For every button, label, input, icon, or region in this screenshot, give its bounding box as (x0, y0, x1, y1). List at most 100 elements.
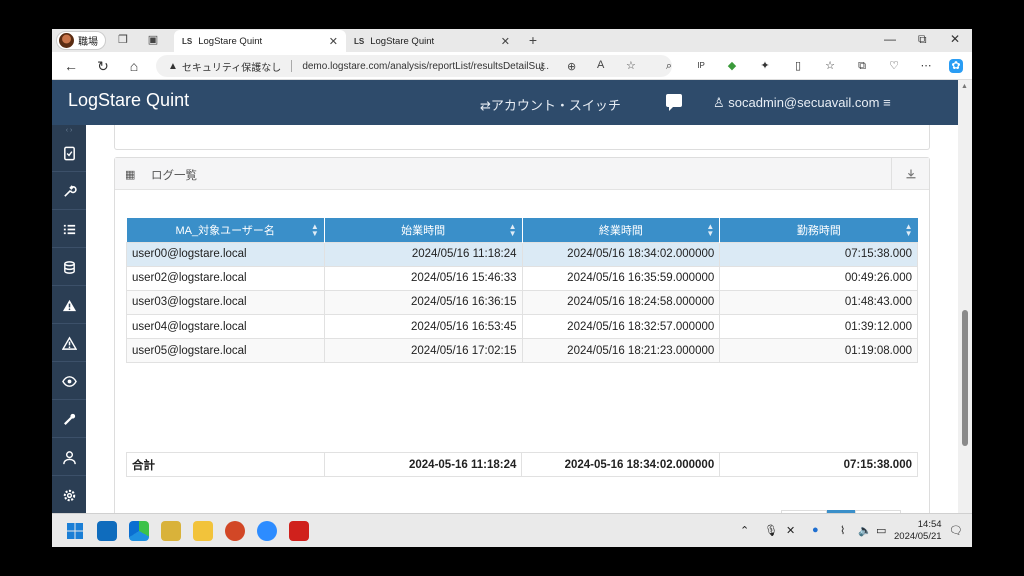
sidebar-item-system[interactable] (52, 477, 86, 514)
sidebar-item-alert[interactable] (52, 325, 86, 362)
home-icon[interactable]: ⌂ (126, 58, 142, 74)
close-window-icon[interactable]: ✕ (950, 32, 960, 46)
sort-icon[interactable]: ▲ ▼ (905, 223, 913, 238)
split-screen-icon[interactable]: ▯ (791, 59, 805, 73)
microphone-icon[interactable]: 🎙 (764, 524, 778, 537)
sidebar-item-list[interactable] (52, 211, 86, 248)
sidebar-collapse-icon[interactable]: ‹ › (52, 125, 86, 135)
performance-icon[interactable]: ♡ (887, 59, 901, 73)
sort-icon[interactable]: ▲ ▼ (311, 223, 319, 238)
report-icon (63, 146, 75, 160)
restore-icon[interactable]: ⧉ (918, 32, 927, 47)
column-end[interactable]: 終業時間 ▲ ▼ (522, 218, 721, 242)
cell-start: 2024/05/16 16:53:45 (323, 314, 523, 340)
minimize-icon[interactable]: — (884, 32, 896, 46)
sidebar-item-database[interactable] (52, 249, 86, 286)
cell-duration: 01:39:12.000 (719, 314, 918, 340)
app-t-icon[interactable] (161, 521, 181, 541)
battery-icon[interactable]: ▭ (876, 524, 886, 537)
close-tab-icon[interactable]: ✕ (329, 35, 338, 48)
edge-icon[interactable] (129, 521, 149, 541)
drive-extension-icon[interactable]: ◆ (725, 59, 739, 73)
more-icon[interactable]: ⋯ (919, 59, 933, 73)
workspaces-icon[interactable]: ❐ (116, 33, 130, 47)
sidebar-item-report[interactable] (52, 135, 86, 172)
table-row[interactable]: user04@logstare.local 2024/05/16 16:53:4… (126, 314, 918, 340)
sidebar-item-users[interactable] (52, 439, 86, 476)
chevron-up-icon[interactable]: ⌃ (740, 524, 749, 537)
app-title[interactable]: LogStare Quint (68, 90, 189, 111)
sidebar-item-warning[interactable] (52, 287, 86, 324)
user-menu[interactable]: ♙ socadmin@secuavail.com ≡ (713, 95, 891, 111)
tool-icon (63, 413, 75, 425)
search-icon[interactable]: ⌕ (662, 59, 676, 73)
outlook-icon[interactable] (97, 521, 117, 541)
clock[interactable]: 14:54 2024/05/21 (894, 519, 942, 543)
favorites-icon[interactable]: ☆ (823, 59, 837, 73)
windows-start-icon[interactable] (65, 521, 85, 541)
extensions-icon[interactable]: ✦ (758, 59, 772, 73)
scroll-up-icon[interactable]: ▲ (961, 83, 968, 90)
eye-icon (61, 375, 77, 387)
taskbar: ⌃ 🎙 ✕ ● ⌇ 🔈 ▭ 14:54 2024/05/21 🗨 (52, 513, 972, 547)
download-button[interactable] (891, 158, 929, 190)
sidebar-item-settings[interactable] (52, 173, 86, 210)
table-header-row: MA_対象ユーザー名 ▲ ▼ 始業時間 ▲ ▼ 終業時間 ▲ ▼ 勤務時間 ▲ ▼ (126, 218, 918, 242)
url-separator (291, 60, 293, 72)
logstare-favicon: LS (354, 36, 365, 46)
sort-icon[interactable]: ▲ ▼ (509, 223, 517, 238)
download-icon (906, 169, 915, 179)
close-tab-icon[interactable]: ✕ (501, 35, 510, 48)
sidebar-item-monitor[interactable] (52, 363, 86, 400)
back-icon[interactable]: ← (63, 58, 79, 74)
wifi-icon[interactable]: ⌇ (840, 524, 845, 537)
tab-actions-icon[interactable]: ▣ (146, 33, 160, 47)
url-input[interactable]: ▲ セキュリティ保護なし demo.logstare.com/analysis/… (156, 55, 672, 77)
read-aloud-icon[interactable]: A (597, 59, 604, 71)
url-text[interactable]: demo.logstare.com/analysis/reportList/re… (302, 61, 549, 72)
volume-icon[interactable]: 🔈 (858, 524, 872, 537)
notification-icon[interactable]: 🗨 (949, 524, 963, 537)
cell-start: 2024/05/16 17:02:15 (323, 338, 523, 364)
copilot-icon[interactable]: ✿ (949, 59, 963, 73)
cell-user: user05@logstare.local (126, 338, 325, 364)
table-row[interactable]: user05@logstare.local 2024/05/16 17:02:1… (126, 338, 918, 364)
column-duration[interactable]: 勤務時間 ▲ ▼ (719, 218, 918, 242)
file-explorer-icon[interactable] (193, 521, 213, 541)
collections-icon[interactable]: ⧉ (855, 59, 869, 73)
column-user[interactable]: MA_対象ユーザー名 ▲ ▼ (126, 218, 325, 242)
zoom-icon[interactable] (257, 521, 277, 541)
table-row[interactable]: user03@logstare.local 2024/05/16 16:36:1… (126, 289, 918, 316)
tab-logstare-1[interactable]: LS LogStare Quint ✕ (174, 30, 346, 52)
table-row[interactable]: user02@logstare.local 2024/05/16 15:46:3… (126, 265, 918, 291)
alert-icon (61, 335, 77, 350)
sidebar-item-tools[interactable] (52, 401, 86, 438)
ip-extension-icon[interactable]: IP (694, 59, 708, 73)
key-icon[interactable]: ⚷ (538, 60, 546, 73)
page-scrollbar[interactable]: ▲ ▼ (958, 80, 972, 547)
account-switch-link[interactable]: ⇄アカウント・スイッチ (480, 95, 621, 114)
total-end: 2024-05-16 18:34:02.000000 (521, 452, 721, 477)
new-tab-button[interactable]: + (526, 33, 540, 47)
column-start[interactable]: 始業時間 ▲ ▼ (324, 218, 523, 242)
chat-icon[interactable] (666, 94, 682, 111)
acrobat-icon[interactable] (289, 521, 309, 541)
table-row[interactable]: user00@logstare.local 2024/05/16 11:18:2… (126, 241, 918, 267)
powerpoint-icon[interactable] (225, 521, 245, 541)
main-content: ▦ ログ一覧 MA_対象ユーザー名 ▲ ▼ 始業時間 ▲ ▼ 終業時間 ▲ ▼ 勤務時間 ▲ ▼ (86, 125, 958, 547)
address-bar: ← ↻ ⌂ ▲ セキュリティ保護なし demo.logstare.com/ana… (52, 52, 972, 80)
summary-panel (114, 125, 930, 150)
sidebar: ‹ › (52, 125, 86, 547)
tab-logstare-2[interactable]: LS LogStare Quint ✕ (346, 30, 518, 52)
close-icon[interactable]: ✕ (786, 524, 795, 537)
refresh-icon[interactable]: ↻ (95, 58, 111, 74)
scroll-thumb[interactable] (962, 310, 968, 446)
favorite-star-icon[interactable]: ☆ (626, 59, 636, 72)
profile-button[interactable]: 職場 (56, 31, 106, 50)
sort-icon[interactable]: ▲ ▼ (706, 223, 714, 238)
security-label[interactable]: セキュリティ保護なし (182, 59, 281, 74)
app-tray-icon[interactable]: ● (812, 524, 819, 536)
user-icon: ♙ (713, 95, 729, 110)
cell-user: user04@logstare.local (126, 314, 325, 340)
zoom-icon[interactable]: ⊕ (567, 60, 576, 73)
